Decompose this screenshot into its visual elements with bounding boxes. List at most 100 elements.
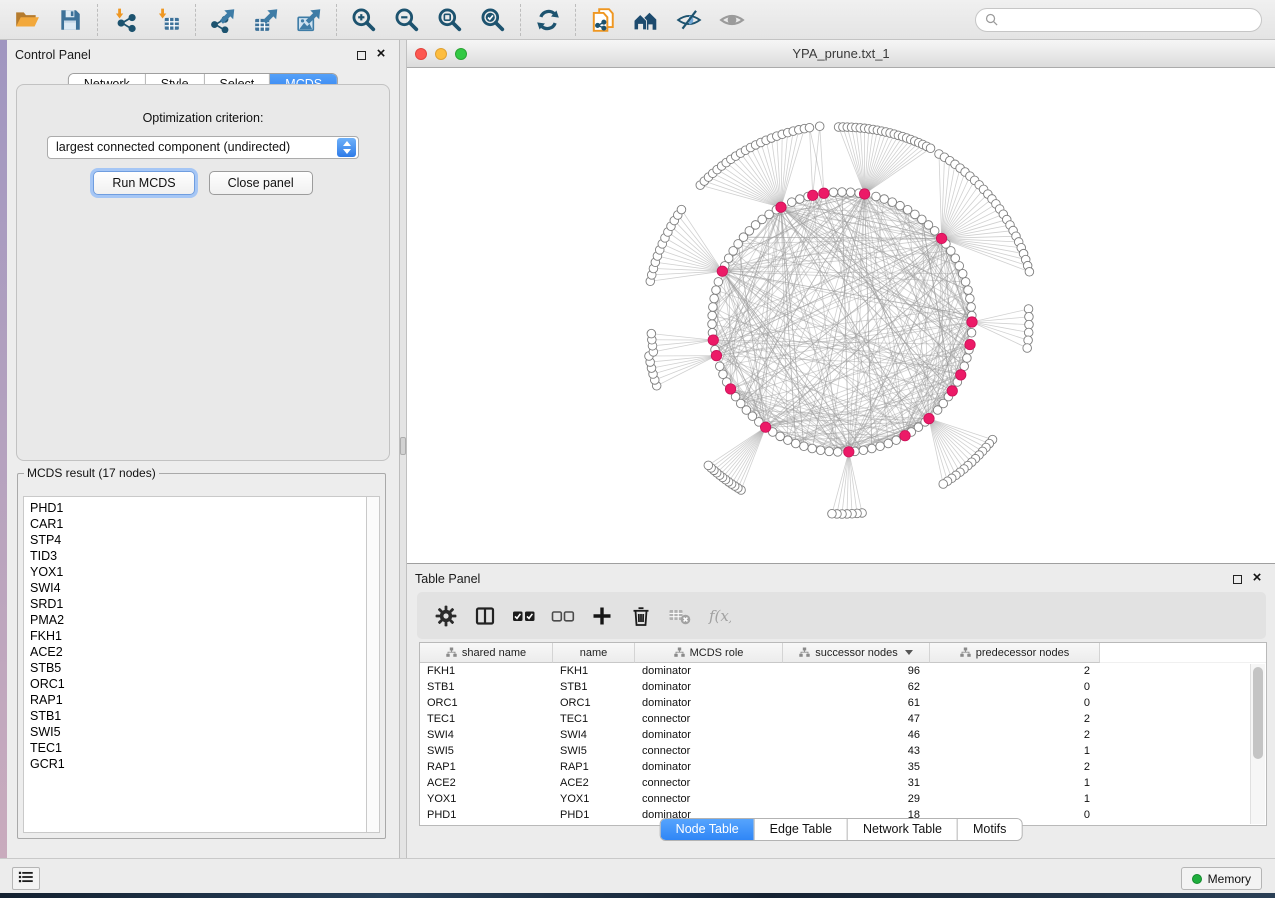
graph-node[interactable]: [868, 444, 877, 453]
graph-node[interactable]: [714, 278, 723, 287]
mcds-dominator-node[interactable]: [819, 188, 829, 198]
column-header-successor-nodes[interactable]: successor nodes: [783, 643, 930, 663]
table-row[interactable]: SWI5SWI5connector431: [420, 743, 1266, 759]
hide-selected-button[interactable]: [671, 3, 707, 37]
graph-node[interactable]: [1025, 320, 1034, 329]
table-row[interactable]: ACE2ACE2connector311: [420, 775, 1266, 791]
mcds-node-item[interactable]: ORC1: [30, 676, 366, 692]
float-table-panel-icon[interactable]: [1233, 575, 1242, 584]
table-row[interactable]: FKH1FKH1dominator962: [420, 663, 1266, 679]
graph-node[interactable]: [808, 444, 817, 453]
graph-node[interactable]: [961, 278, 970, 287]
graph-node[interactable]: [828, 509, 837, 518]
graph-node[interactable]: [892, 436, 901, 445]
mcds-dominator-node[interactable]: [708, 335, 718, 345]
task-history-button[interactable]: [12, 867, 40, 890]
first-neighbors-button[interactable]: [628, 3, 664, 37]
toggle-panel-mode-button[interactable]: [470, 601, 499, 631]
create-column-button[interactable]: [587, 601, 616, 631]
mcds-node-item[interactable]: TID3: [30, 548, 366, 564]
mcds-node-item[interactable]: YOX1: [30, 564, 366, 580]
graph-node[interactable]: [1025, 312, 1034, 321]
scrollbar-thumb[interactable]: [1253, 667, 1263, 759]
graph-node[interactable]: [784, 436, 793, 445]
graph-node[interactable]: [966, 294, 975, 303]
mcds-node-item[interactable]: FKH1: [30, 628, 366, 644]
unselect-all-columns-button[interactable]: [548, 601, 577, 631]
mcds-node-item[interactable]: PMA2: [30, 612, 366, 628]
float-panel-icon[interactable]: [357, 51, 366, 60]
panel-splitter[interactable]: [400, 40, 407, 858]
graph-node[interactable]: [958, 269, 967, 278]
mcds-node-item[interactable]: PHD1: [30, 500, 366, 516]
mcds-dominator-node[interactable]: [947, 386, 957, 396]
mcds-result-scrollbar[interactable]: [366, 496, 380, 833]
table-settings-button[interactable]: [431, 601, 460, 631]
zoom-fit-button[interactable]: [432, 3, 468, 37]
network-canvas[interactable]: [407, 68, 1275, 563]
graph-node[interactable]: [791, 439, 800, 448]
column-header-predecessor-nodes[interactable]: predecessor nodes: [930, 643, 1100, 663]
table-row[interactable]: TEC1TEC1connector472: [420, 711, 1266, 727]
search-box[interactable]: [975, 8, 1262, 32]
graph-node[interactable]: [677, 205, 686, 214]
graph-node[interactable]: [1023, 344, 1032, 353]
run-mcds-button[interactable]: Run MCDS: [93, 171, 194, 195]
export-image-button[interactable]: [291, 3, 327, 37]
graph-node[interactable]: [708, 320, 717, 329]
graph-node[interactable]: [964, 286, 973, 295]
zoom-selected-button[interactable]: [475, 3, 511, 37]
mcds-node-item[interactable]: TEC1: [30, 740, 366, 756]
table-row[interactable]: ORC1ORC1dominator610: [420, 695, 1266, 711]
table-scrollbar[interactable]: [1250, 664, 1265, 824]
graph-node[interactable]: [872, 192, 881, 201]
mcds-dominator-node[interactable]: [859, 189, 869, 199]
graph-node[interactable]: [800, 442, 809, 451]
mcds-dominator-node[interactable]: [936, 233, 946, 243]
column-header-shared-name[interactable]: shared name: [420, 643, 553, 663]
graph-node[interactable]: [933, 406, 942, 415]
mcds-dominator-node[interactable]: [725, 384, 735, 394]
mcds-node-item[interactable]: STP4: [30, 532, 366, 548]
graph-node[interactable]: [1024, 305, 1033, 314]
mcds-node-item[interactable]: SRD1: [30, 596, 366, 612]
graph-node[interactable]: [647, 329, 656, 338]
mcds-node-item[interactable]: STB1: [30, 708, 366, 724]
graph-node[interactable]: [709, 303, 718, 312]
graph-node[interactable]: [704, 461, 713, 470]
column-header-MCDS-role[interactable]: MCDS role: [635, 643, 783, 663]
table-row[interactable]: RAP1RAP1dominator352: [420, 759, 1266, 775]
mcds-node-item[interactable]: SWI5: [30, 724, 366, 740]
zoom-out-button[interactable]: [389, 3, 425, 37]
graph-node[interactable]: [939, 480, 948, 489]
graph-node[interactable]: [955, 262, 964, 271]
graph-node[interactable]: [1024, 328, 1033, 337]
graph-node[interactable]: [795, 195, 804, 204]
tab-edge-table[interactable]: Edge Table: [754, 819, 847, 840]
graph-node[interactable]: [712, 286, 721, 295]
graph-node[interactable]: [815, 122, 824, 131]
mcds-node-item[interactable]: RAP1: [30, 692, 366, 708]
mcds-dominator-node[interactable]: [717, 266, 727, 276]
mcds-dominator-node[interactable]: [808, 190, 818, 200]
table-row[interactable]: YOX1YOX1connector291: [420, 791, 1266, 807]
graph-node[interactable]: [884, 439, 893, 448]
mcds-dominator-node[interactable]: [967, 317, 977, 327]
export-table-button[interactable]: [248, 3, 284, 37]
mcds-dominator-node[interactable]: [711, 350, 721, 360]
import-network-button[interactable]: [107, 3, 143, 37]
close-panel-button[interactable]: Close panel: [209, 171, 313, 195]
graph-node[interactable]: [838, 188, 847, 197]
mcds-dominator-node[interactable]: [965, 339, 975, 349]
graph-node[interactable]: [963, 354, 972, 363]
graph-node[interactable]: [846, 188, 855, 197]
graph-node[interactable]: [967, 328, 976, 337]
new-network-from-selection-button[interactable]: [585, 3, 621, 37]
table-row[interactable]: STB1STB1dominator620: [420, 679, 1266, 695]
mcds-node-item[interactable]: SWI4: [30, 580, 366, 596]
search-input[interactable]: [1005, 13, 1253, 27]
mcds-node-item[interactable]: GCR1: [30, 756, 366, 772]
graph-node[interactable]: [719, 370, 728, 379]
export-network-button[interactable]: [205, 3, 241, 37]
tab-motifs[interactable]: Motifs: [957, 819, 1021, 840]
